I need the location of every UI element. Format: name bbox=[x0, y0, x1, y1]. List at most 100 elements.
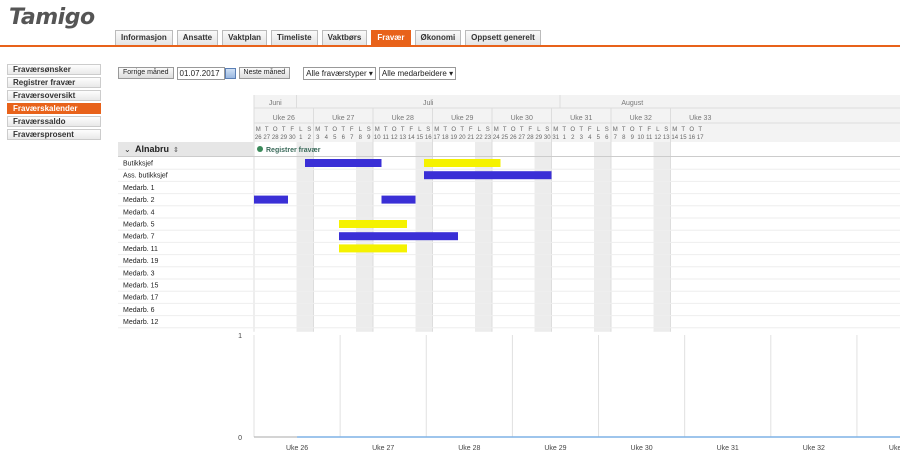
day-number: 14 bbox=[671, 135, 678, 141]
employee-name: Medarb. 4 bbox=[123, 209, 155, 216]
weekday-letter: S bbox=[367, 127, 371, 133]
weekday-letter: T bbox=[698, 127, 702, 133]
weekday-letter: M bbox=[613, 127, 618, 133]
day-number: 12 bbox=[391, 135, 398, 141]
week-label: Uke 30 bbox=[511, 115, 533, 122]
week-label: Uke 29 bbox=[451, 115, 473, 122]
collapse-chevron-icon[interactable]: ⌄ bbox=[124, 145, 131, 154]
day-number: 31 bbox=[552, 135, 559, 141]
weekday-letter: T bbox=[460, 127, 464, 133]
day-number: 28 bbox=[527, 135, 534, 141]
sort-icon[interactable]: ⇕ bbox=[173, 146, 179, 154]
chart-x-tick: Uke 29 bbox=[544, 445, 566, 452]
weekday-letter: S bbox=[426, 127, 430, 133]
add-circle-icon[interactable] bbox=[257, 146, 263, 152]
day-number: 17 bbox=[433, 135, 440, 141]
week-label: Uke 27 bbox=[332, 115, 354, 122]
day-number: 29 bbox=[280, 135, 287, 141]
weekday-letter: T bbox=[341, 127, 345, 133]
day-number: 11 bbox=[646, 135, 653, 141]
absence-bar[interactable] bbox=[254, 195, 288, 204]
group-name[interactable]: Alnabru bbox=[135, 144, 169, 154]
weekday-letter: O bbox=[392, 127, 397, 133]
employee-name: Medarb. 12 bbox=[123, 319, 159, 326]
day-number: 13 bbox=[399, 135, 406, 141]
employee-name: Medarb. 17 bbox=[123, 295, 159, 302]
day-number: 17 bbox=[697, 135, 704, 141]
weekday-letter: F bbox=[290, 127, 294, 133]
day-number: 24 bbox=[493, 135, 500, 141]
weekday-letter: S bbox=[605, 127, 609, 133]
weekday-letter: T bbox=[384, 127, 388, 133]
month-label: Juli bbox=[423, 100, 434, 107]
chart-x-tick: Uke 32 bbox=[803, 445, 825, 452]
weekday-letter: O bbox=[451, 127, 456, 133]
absence-calendar: Juni Juli August Uke 26 Uke 27 Uke 28 Uke 29 Uk… bbox=[118, 95, 900, 452]
day-number: 27 bbox=[263, 135, 270, 141]
day-number: 11 bbox=[383, 135, 390, 141]
week-label: Uke 26 bbox=[273, 115, 295, 122]
absence-bar[interactable] bbox=[424, 171, 552, 180]
employee-name: Butikksjef bbox=[123, 161, 153, 168]
chart-x-tick: Uke 31 bbox=[717, 445, 739, 452]
weekday-letter: M bbox=[434, 127, 439, 133]
weekday-letter: T bbox=[324, 127, 328, 133]
absence-bar[interactable] bbox=[381, 195, 416, 204]
absence-bar[interactable] bbox=[305, 159, 382, 167]
weekday-letter: O bbox=[570, 127, 575, 133]
chart-x-tick: Uke 27 bbox=[372, 445, 394, 452]
weekday-letter: T bbox=[622, 127, 626, 133]
weekday-letter: S bbox=[307, 127, 311, 133]
day-number: 10 bbox=[374, 135, 381, 141]
weekday-letter: M bbox=[256, 127, 261, 133]
day-number: 16 bbox=[425, 135, 432, 141]
weekday-letter: F bbox=[528, 127, 532, 133]
employee-name: Medarb. 3 bbox=[123, 270, 155, 277]
weekday-letter: S bbox=[664, 127, 668, 133]
week-label: Uke 33 bbox=[689, 115, 711, 122]
day-number: 10 bbox=[637, 135, 644, 141]
weekday-letter: O bbox=[630, 127, 635, 133]
day-number: 19 bbox=[450, 135, 457, 141]
day-number: 22 bbox=[476, 135, 483, 141]
weekday-letter: F bbox=[588, 127, 592, 133]
weekday-letter: F bbox=[469, 127, 473, 133]
day-number: 12 bbox=[654, 135, 661, 141]
absence-bar[interactable] bbox=[339, 220, 407, 228]
employee-name: Medarb. 2 bbox=[123, 197, 155, 204]
absence-bar[interactable] bbox=[339, 232, 458, 241]
weekday-letter: T bbox=[681, 127, 685, 133]
weekday-letter: M bbox=[315, 127, 320, 133]
day-number: 29 bbox=[535, 135, 542, 141]
employee-name: Medarb. 7 bbox=[123, 234, 155, 241]
day-number: 16 bbox=[688, 135, 695, 141]
weekday-letter: T bbox=[639, 127, 643, 133]
weekday-letter: O bbox=[273, 127, 278, 133]
employee-name: Medarb. 6 bbox=[123, 307, 155, 314]
absence-bar[interactable] bbox=[339, 244, 407, 253]
weekday-letter: T bbox=[520, 127, 524, 133]
absence-bar[interactable] bbox=[424, 159, 501, 167]
weekday-letter: T bbox=[443, 127, 447, 133]
day-number: 27 bbox=[518, 135, 525, 141]
day-number: 23 bbox=[484, 135, 491, 141]
week-label: Uke 32 bbox=[630, 115, 652, 122]
weekday-letter: O bbox=[332, 127, 337, 133]
day-number: 30 bbox=[544, 135, 551, 141]
weekday-letter: T bbox=[265, 127, 269, 133]
employee-name: Medarb. 15 bbox=[123, 283, 159, 290]
chart-x-tick: Uke 30 bbox=[631, 445, 653, 452]
weekday-letter: M bbox=[672, 127, 677, 133]
day-number: 28 bbox=[272, 135, 279, 141]
register-absence-link[interactable]: Registrer fravær bbox=[266, 147, 321, 154]
weekday-letter: T bbox=[401, 127, 405, 133]
chart-x-tick: Uke 28 bbox=[458, 445, 480, 452]
weekday-letter: F bbox=[350, 127, 354, 133]
day-number: 25 bbox=[501, 135, 508, 141]
week-label: Uke 28 bbox=[392, 115, 414, 122]
chart-y-tick: 1 bbox=[238, 333, 242, 340]
day-number: 21 bbox=[467, 135, 474, 141]
day-number: 26 bbox=[255, 135, 262, 141]
employee-name: Medarb. 5 bbox=[123, 222, 155, 229]
weekday-letter: T bbox=[579, 127, 583, 133]
